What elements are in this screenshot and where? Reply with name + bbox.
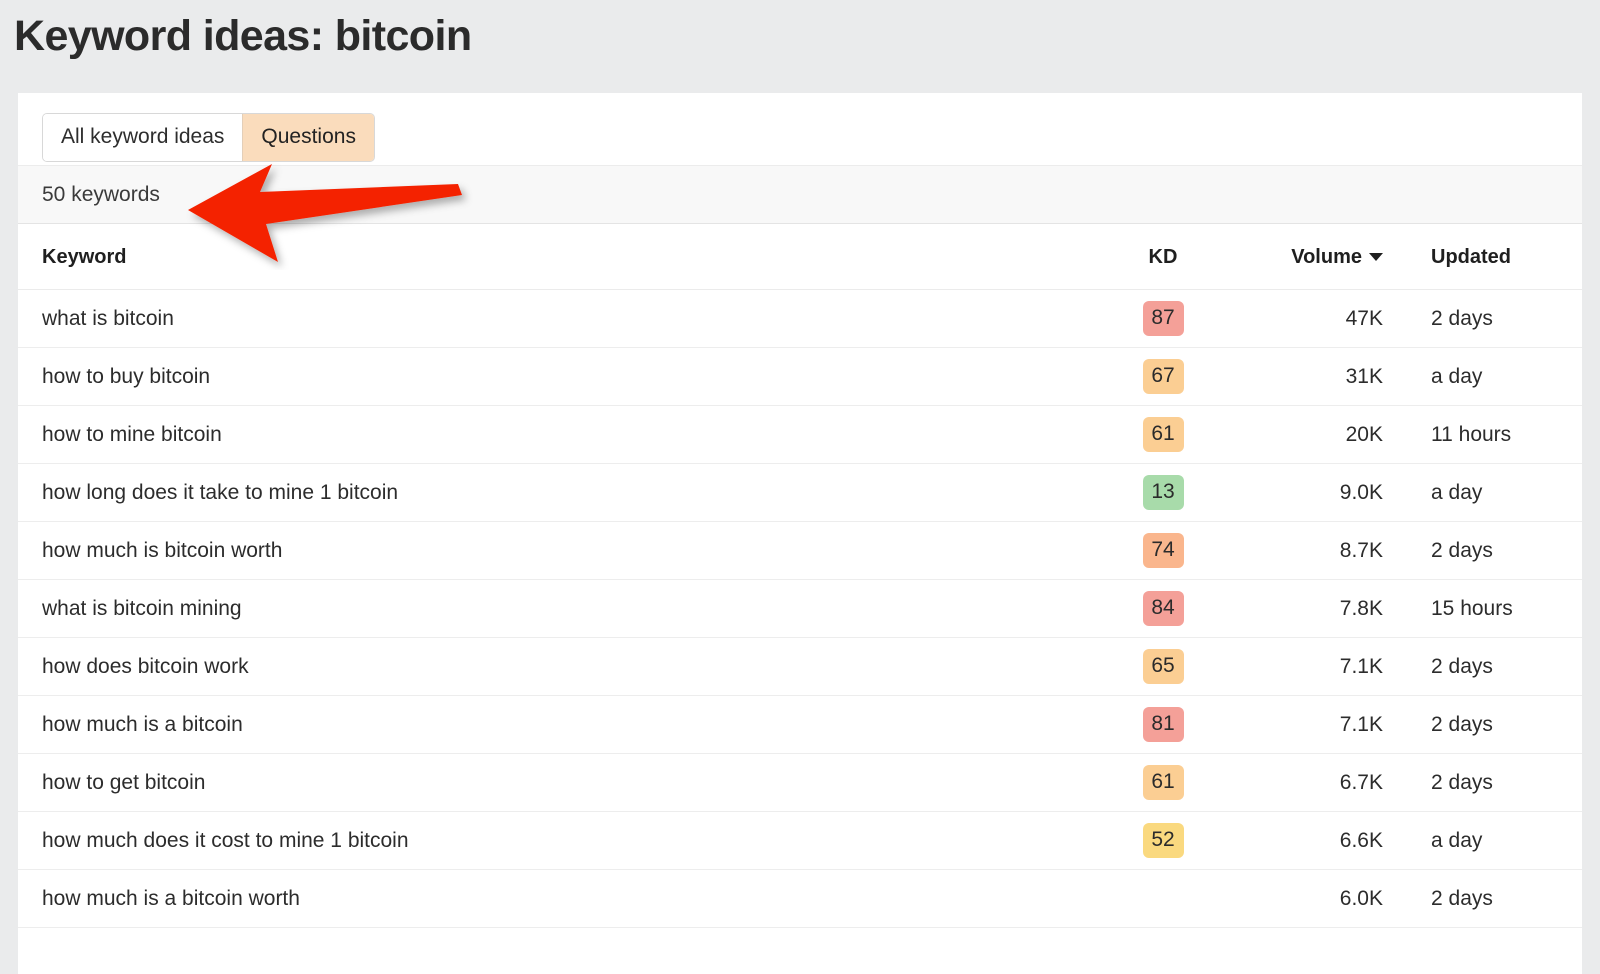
kd-badge: 65 — [1142, 649, 1184, 684]
cell-volume: 6.7K — [1228, 753, 1393, 812]
cell-updated: 2 days — [1393, 869, 1582, 928]
cell-kd — [1098, 869, 1228, 928]
cell-volume: 20K — [1228, 405, 1393, 464]
table-row[interactable]: how long does it take to mine 1 bitcoin 1… — [18, 463, 1582, 522]
cell-kd: 61 — [1098, 753, 1228, 812]
cell-updated: a day — [1393, 811, 1582, 870]
cell-keyword[interactable]: how much does it cost to mine 1 bitcoin — [18, 811, 1098, 870]
cell-keyword[interactable]: how to buy bitcoin — [18, 347, 1098, 406]
tab-all-keyword-ideas[interactable]: All keyword ideas — [43, 114, 243, 161]
cell-updated: 2 days — [1393, 637, 1582, 696]
cell-kd: 61 — [1098, 405, 1228, 464]
cell-keyword[interactable]: how long does it take to mine 1 bitcoin — [18, 463, 1098, 522]
cell-volume: 7.1K — [1228, 695, 1393, 754]
cell-volume: 7.8K — [1228, 579, 1393, 638]
table-row[interactable]: how much does it cost to mine 1 bitcoin 5… — [18, 811, 1582, 870]
cell-updated: 2 days — [1393, 753, 1582, 812]
cell-kd: 81 — [1098, 695, 1228, 754]
cell-kd: 52 — [1098, 811, 1228, 870]
table-row[interactable]: how much is a bitcoin 81 7.1K 2 days — [18, 695, 1582, 754]
kd-badge: 84 — [1142, 591, 1184, 626]
kd-badge: 67 — [1142, 359, 1184, 394]
keyword-count-label: 50 keywords — [42, 182, 160, 206]
cell-volume: 9.0K — [1228, 463, 1393, 522]
kd-badge: 61 — [1142, 765, 1184, 800]
table-body: what is bitcoin 87 47K 2 days how to buy bit… — [18, 289, 1582, 928]
cell-kd: 87 — [1098, 289, 1228, 348]
cell-keyword[interactable]: how much is bitcoin worth — [18, 521, 1098, 580]
column-header-volume[interactable]: Volume — [1228, 224, 1393, 290]
page-root: Keyword ideas: bitcoin All keyword ideas… — [0, 0, 1600, 974]
cell-volume: 47K — [1228, 289, 1393, 348]
cell-keyword[interactable]: what is bitcoin mining — [18, 579, 1098, 638]
cell-keyword[interactable]: how does bitcoin work — [18, 637, 1098, 696]
caret-down-icon — [1369, 253, 1383, 261]
column-header-updated[interactable]: Updated — [1393, 224, 1582, 290]
table-row[interactable]: how much is bitcoin worth 74 8.7K 2 days — [18, 521, 1582, 580]
cell-updated: 2 days — [1393, 289, 1582, 348]
kd-badge: 81 — [1142, 707, 1184, 742]
kd-badge: 13 — [1142, 475, 1184, 510]
cell-volume: 6.0K — [1228, 869, 1393, 928]
cell-updated: 15 hours — [1393, 579, 1582, 638]
column-header-label-kd: KD — [1148, 246, 1178, 268]
table-header: Keyword KD Volume Updated — [18, 224, 1582, 290]
cell-kd: 84 — [1098, 579, 1228, 638]
kd-badge: 52 — [1142, 823, 1184, 858]
column-header-label-updated: Updated — [1431, 246, 1511, 268]
cell-keyword[interactable]: how much is a bitcoin worth — [18, 869, 1098, 928]
cell-keyword[interactable]: how much is a bitcoin — [18, 695, 1098, 754]
cell-updated: 2 days — [1393, 695, 1582, 754]
table-row[interactable]: how much is a bitcoin worth 6.0K 2 days — [18, 869, 1582, 928]
cell-keyword[interactable]: how to get bitcoin — [18, 753, 1098, 812]
page-title: Keyword ideas: bitcoin — [14, 12, 472, 60]
column-header-kd[interactable]: KD — [1098, 224, 1228, 290]
cell-updated: 2 days — [1393, 521, 1582, 580]
cell-volume: 8.7K — [1228, 521, 1393, 580]
tab-bar: All keyword ideas Questions — [18, 93, 1582, 166]
kd-badge: 61 — [1142, 417, 1184, 452]
tab-group: All keyword ideas Questions — [42, 113, 375, 162]
keyword-table: Keyword KD Volume Updated what is bitcoin 87… — [18, 224, 1582, 928]
cell-volume: 7.1K — [1228, 637, 1393, 696]
cell-volume: 31K — [1228, 347, 1393, 406]
cell-volume: 6.6K — [1228, 811, 1393, 870]
table-header-row: Keyword KD Volume Updated — [18, 224, 1582, 290]
column-header-keyword[interactable]: Keyword — [18, 224, 1098, 290]
cell-kd: 74 — [1098, 521, 1228, 580]
cell-kd: 67 — [1098, 347, 1228, 406]
cell-updated: a day — [1393, 347, 1582, 406]
keyword-ideas-card: All keyword ideas Questions 50 keywords K… — [18, 93, 1582, 974]
tab-questions[interactable]: Questions — [242, 114, 374, 161]
column-header-label-keyword: Keyword — [42, 246, 127, 268]
cell-updated: 11 hours — [1393, 405, 1582, 464]
cell-keyword[interactable]: what is bitcoin — [18, 289, 1098, 348]
cell-keyword[interactable]: how to mine bitcoin — [18, 405, 1098, 464]
cell-kd: 65 — [1098, 637, 1228, 696]
table-row[interactable]: how does bitcoin work 65 7.1K 2 days — [18, 637, 1582, 696]
kd-badge: 74 — [1142, 533, 1184, 568]
table-row[interactable]: how to buy bitcoin 67 31K a day — [18, 347, 1582, 406]
keyword-count-bar: 50 keywords — [18, 166, 1582, 224]
table-row[interactable]: what is bitcoin mining 84 7.8K 15 hours — [18, 579, 1582, 638]
column-header-label-volume: Volume — [1291, 246, 1362, 268]
table-row[interactable]: how to mine bitcoin 61 20K 11 hours — [18, 405, 1582, 464]
kd-badge: 87 — [1142, 301, 1184, 336]
table-row[interactable]: what is bitcoin 87 47K 2 days — [18, 289, 1582, 348]
cell-updated: a day — [1393, 463, 1582, 522]
cell-kd: 13 — [1098, 463, 1228, 522]
table-row[interactable]: how to get bitcoin 61 6.7K 2 days — [18, 753, 1582, 812]
